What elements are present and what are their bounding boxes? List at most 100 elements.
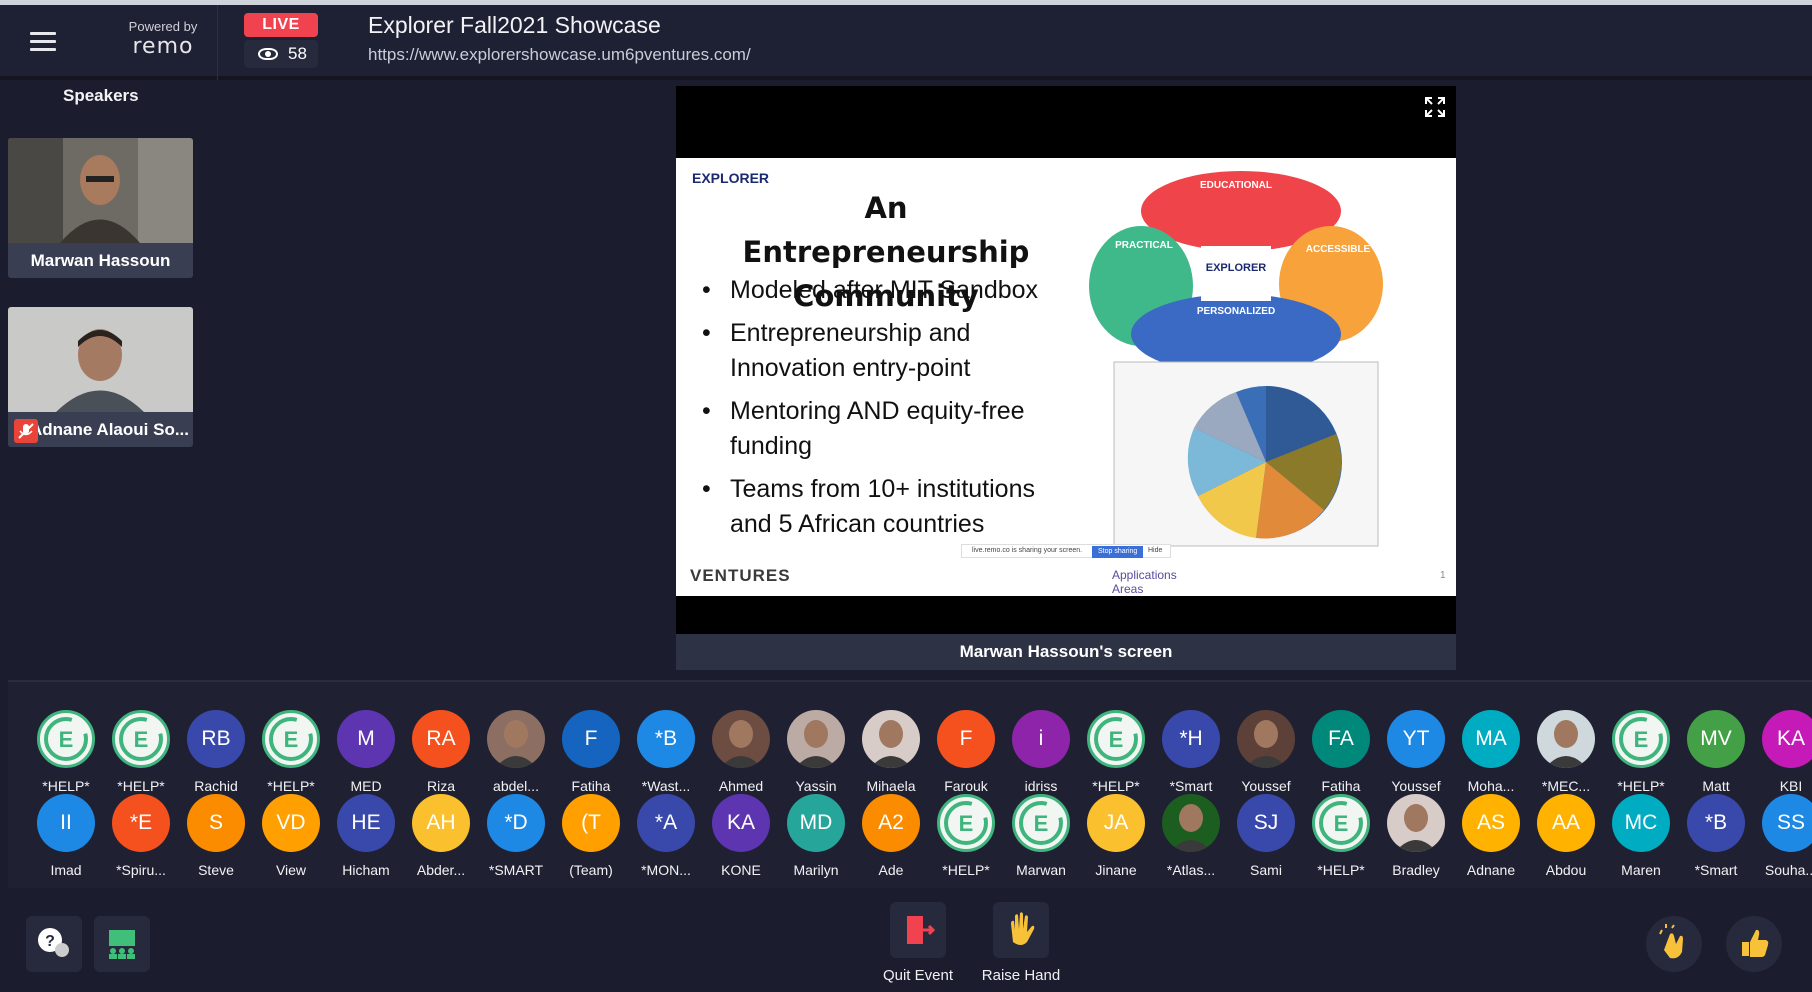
shared-screen: EXPLORER An Entrepreneurship Community M… <box>676 86 1456 634</box>
attendee-name: MED <box>350 778 382 794</box>
event-url[interactable]: https://www.explorershowcase.um6pventure… <box>368 45 751 65</box>
attendee[interactable]: *A *MON... <box>628 794 704 878</box>
attendee[interactable]: (T (Team) <box>553 794 629 878</box>
attendee[interactable]: FA Fatiha <box>1303 710 1379 794</box>
attendee-name: *Atlas... <box>1166 862 1216 878</box>
attendee-avatar: YT <box>1387 710 1445 768</box>
svg-text:E: E <box>59 727 74 752</box>
diagram-label: ACCESSIBLE <box>1306 244 1371 255</box>
attendee[interactable]: Mihaela <box>853 710 929 794</box>
attendee-name: Hicham <box>342 862 390 878</box>
attendee[interactable]: *E *Spiru... <box>103 794 179 878</box>
attendee[interactable]: MC Maren <box>1603 794 1679 878</box>
attendee[interactable]: SJ Sami <box>1228 794 1304 878</box>
attendee-initials: i <box>1038 727 1044 750</box>
attendee[interactable]: F Fatiha <box>553 710 629 794</box>
attendee-initials: SS <box>1776 811 1805 834</box>
attendee[interactable]: F Farouk <box>928 710 1004 794</box>
clap-reaction-button[interactable] <box>1646 916 1702 972</box>
attendee-name: Jinane <box>1095 862 1137 878</box>
attendee[interactable]: AA Abdou <box>1528 794 1604 878</box>
attendee-name: Youssef <box>1241 778 1291 794</box>
stop-sharing-button[interactable]: Stop sharing <box>1092 546 1144 558</box>
attendee[interactable]: A2 Ade <box>853 794 929 878</box>
speaker-video <box>8 138 193 243</box>
attendee[interactable]: *B *Smart <box>1678 794 1754 878</box>
attendee[interactable]: Ahmed <box>703 710 779 794</box>
attendee[interactable]: *D *SMART <box>478 794 554 878</box>
attendee-initials: VD <box>276 811 306 834</box>
attendee[interactable]: VD View <box>253 794 329 878</box>
speaker-tile[interactable]: Marwan Hassoun <box>8 138 193 278</box>
attendee[interactable]: E *HELP* <box>1078 710 1154 794</box>
attendee[interactable]: JA Jinane <box>1078 794 1154 878</box>
attendee[interactable]: AH Abder... <box>403 794 479 878</box>
help-button[interactable]: ? <box>26 916 82 972</box>
attendee[interactable]: abdel... <box>478 710 554 794</box>
attendee[interactable]: MA Moha... <box>1453 710 1529 794</box>
raise-hand-button[interactable] <box>993 902 1049 958</box>
attendee-initials: F <box>959 727 973 750</box>
attendee[interactable]: *MEC... <box>1528 710 1604 794</box>
attendee-photo <box>787 710 845 768</box>
help-logo-icon: E <box>1012 794 1070 852</box>
fullscreen-icon[interactable] <box>1424 96 1446 118</box>
attendee[interactable]: RB Rachid <box>178 710 254 794</box>
attendee[interactable]: i idriss <box>1003 710 1079 794</box>
help-logo-icon: E <box>937 794 995 852</box>
attendee[interactable]: *Atlas... <box>1153 794 1229 878</box>
attendee[interactable]: SS Souha... <box>1753 794 1812 878</box>
attendee[interactable]: HE Hicham <box>328 794 404 878</box>
attendee-avatar: SS <box>1762 794 1812 852</box>
attendee[interactable]: E *HELP* <box>1603 710 1679 794</box>
attendee[interactable]: E *HELP* <box>1303 794 1379 878</box>
attendee[interactable]: RA Riza <box>403 710 479 794</box>
attendee[interactable]: KA KBI <box>1753 710 1812 794</box>
attendee[interactable]: E *HELP* <box>103 710 179 794</box>
attendee-name: Steve <box>198 862 234 878</box>
attendee-avatar: AS <box>1462 794 1520 852</box>
attendee-avatar: II <box>37 794 95 852</box>
speaker-video <box>8 307 193 412</box>
attendee[interactable]: AS Adnane <box>1453 794 1529 878</box>
attendee-initials: M <box>357 727 375 750</box>
attendee[interactable]: E *HELP* <box>28 710 104 794</box>
attendee[interactable]: *H *Smart <box>1153 710 1229 794</box>
attendee-initials: A2 <box>878 811 904 834</box>
attendee-name: View <box>275 862 307 878</box>
attendee[interactable]: E *HELP* <box>253 710 329 794</box>
attendee-photo <box>1237 710 1295 768</box>
speaker-tile[interactable]: Adnane Alaoui So... <box>8 307 193 447</box>
attendee[interactable]: KA KONE <box>703 794 779 878</box>
mic-muted-icon <box>14 419 38 443</box>
slide-bullets: Modeled after MIT Sandbox Entrepreneursh… <box>700 273 1080 550</box>
attendee[interactable]: II Imad <box>28 794 104 878</box>
attendee-avatar: JA <box>1087 794 1145 852</box>
attendee[interactable]: E Marwan <box>1003 794 1079 878</box>
svg-text:E: E <box>1634 727 1649 752</box>
hide-button[interactable]: Hide <box>1148 545 1162 557</box>
attendee-initials: MC <box>1624 811 1658 834</box>
attendee-initials: S <box>208 811 223 834</box>
attendee-name: KONE <box>721 862 761 878</box>
attendee-name: Adnane <box>1466 862 1516 878</box>
attendee-avatar: SJ <box>1237 794 1295 852</box>
floor-plan-button[interactable] <box>94 916 150 972</box>
attendee[interactable]: Youssef <box>1228 710 1304 794</box>
attendee[interactable]: Bradley <box>1378 794 1454 878</box>
raise-hand-label: Raise Hand <box>981 967 1061 984</box>
attendee-avatar: RB <box>187 710 245 768</box>
attendee[interactable]: S Steve <box>178 794 254 878</box>
attendee-name: Maren <box>1621 862 1661 878</box>
attendee[interactable]: MD Marilyn <box>778 794 854 878</box>
attendee[interactable]: MV Matt <box>1678 710 1754 794</box>
menu-icon[interactable] <box>30 32 56 52</box>
thumbs-up-button[interactable] <box>1726 916 1782 972</box>
attendee[interactable]: *B *Wast... <box>628 710 704 794</box>
attendee[interactable]: Yassin <box>778 710 854 794</box>
attendee[interactable]: YT Youssef <box>1378 710 1454 794</box>
quit-event-button[interactable] <box>890 902 946 958</box>
attendee[interactable]: M MED <box>328 710 404 794</box>
attendee-name: Marwan <box>1016 862 1066 878</box>
attendee[interactable]: E *HELP* <box>928 794 1004 878</box>
